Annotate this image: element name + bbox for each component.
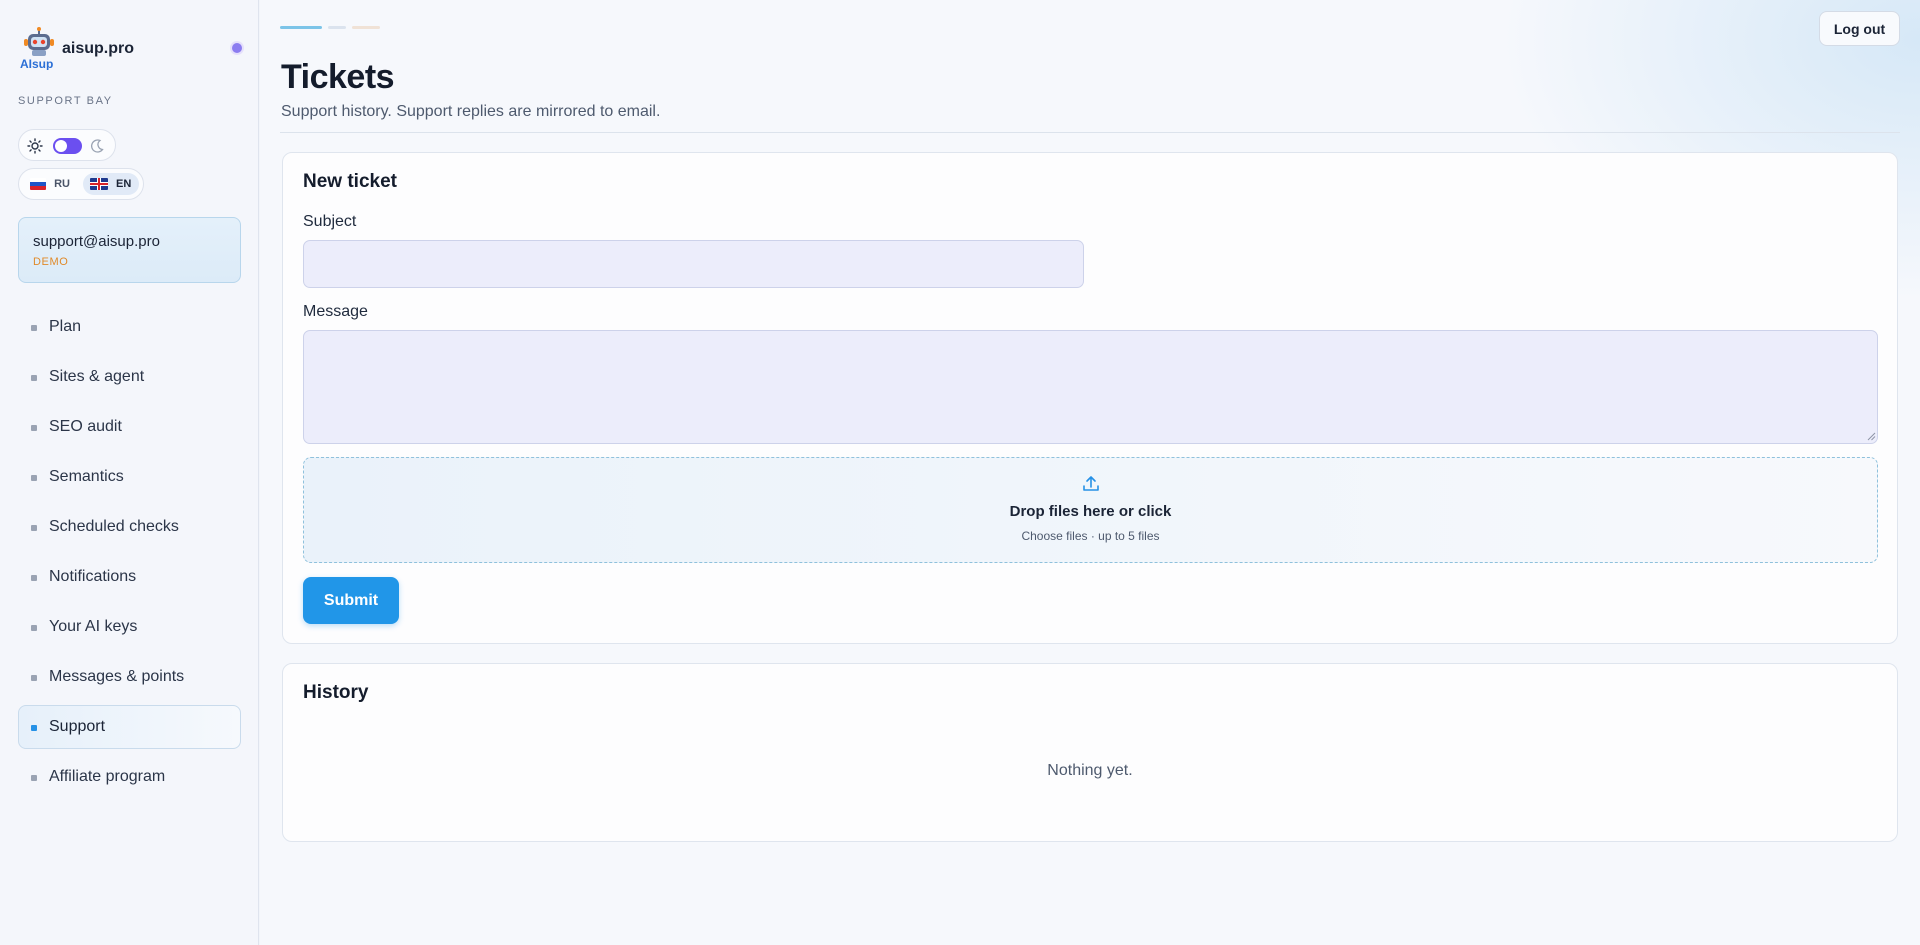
divider: [280, 132, 1900, 133]
main-content: Log out Tickets Support history. Support…: [260, 0, 1920, 945]
resize-grip-icon[interactable]: [1866, 431, 1876, 441]
history-card: History Nothing yet.: [282, 663, 1898, 842]
progress-segment: [328, 26, 346, 29]
sidebar-item-label: Support: [49, 718, 106, 735]
sun-icon: [27, 138, 43, 154]
bullet-icon: [31, 675, 37, 681]
account-card: support@aisup.pro DEMO: [18, 217, 241, 283]
bullet-icon: [31, 475, 37, 481]
bullet-icon: [31, 525, 37, 531]
theme-switch-knob: [55, 140, 67, 152]
lang-en-label: EN: [116, 178, 132, 190]
page-title: Tickets: [281, 58, 395, 96]
sidebar-item-label: Sites & agent: [49, 368, 145, 385]
lang-ru-label: RU: [54, 178, 70, 190]
sidebar-item-affiliate-program[interactable]: Affiliate program: [18, 755, 241, 799]
new-ticket-card: New ticket Subject Message Drop files he…: [282, 152, 1898, 644]
moon-icon: [90, 139, 104, 153]
bullet-icon: [31, 775, 37, 781]
brand-name: aisup.pro: [62, 40, 135, 57]
sidebar-item-label: Plan: [49, 318, 82, 335]
sidebar: AIsup aisup.pro SUPPORT BAY RU EN suppor…: [0, 0, 259, 945]
sidebar-item-label: Notifications: [49, 568, 137, 585]
brand[interactable]: AIsup aisup.pro: [19, 26, 244, 70]
sidebar-item-scheduled-checks[interactable]: Scheduled checks: [18, 505, 241, 549]
sidebar-item-sites-agent[interactable]: Sites & agent: [18, 355, 241, 399]
progress-segment: [280, 26, 322, 29]
lang-ru-button[interactable]: RU: [23, 173, 77, 195]
sidebar-item-plan[interactable]: Plan: [18, 305, 241, 349]
logo-robot-icon: AIsup: [20, 27, 54, 70]
logout-button[interactable]: Log out: [1819, 11, 1900, 46]
dropzone-title: Drop files here or click: [1009, 503, 1172, 520]
progress-segment: [352, 26, 380, 29]
lang-en-button[interactable]: EN: [83, 173, 139, 195]
sidebar-item-label: Scheduled checks: [49, 518, 179, 535]
sidebar-item-label: Messages & points: [49, 668, 185, 685]
page-subtitle: Support history. Support replies are mir…: [281, 103, 661, 120]
account-badge: DEMO: [33, 256, 69, 268]
flag-en-icon: [90, 178, 108, 190]
sidebar-item-label: Your AI keys: [49, 618, 138, 635]
sidebar-item-messages-points[interactable]: Messages & points: [18, 655, 241, 699]
bullet-icon: [31, 575, 37, 581]
file-dropzone[interactable]: Drop files here or click Choose files · …: [303, 457, 1878, 563]
flag-ru-icon: [30, 178, 47, 190]
step-progress: [280, 26, 400, 29]
account-email: support@aisup.pro: [33, 233, 160, 250]
sidebar-item-seo-audit[interactable]: SEO audit: [18, 405, 241, 449]
language-switch: RU EN: [18, 168, 144, 200]
upload-icon: [1083, 476, 1099, 491]
subject-label: Subject: [303, 213, 357, 230]
history-empty-state: Nothing yet.: [1047, 762, 1133, 779]
subject-input[interactable]: [303, 240, 1084, 288]
sidebar-item-label: Affiliate program: [49, 768, 166, 785]
message-label: Message: [303, 303, 368, 320]
sidebar-item-label: SEO audit: [49, 418, 122, 435]
submit-button[interactable]: Submit: [303, 577, 399, 624]
sidebar-item-ai-keys[interactable]: Your AI keys: [18, 605, 241, 649]
message-textarea[interactable]: [303, 330, 1878, 444]
bullet-icon: [31, 625, 37, 631]
bullet-icon: [31, 425, 37, 431]
sidebar-item-semantics[interactable]: Semantics: [18, 455, 241, 499]
sidebar-item-notifications[interactable]: Notifications: [18, 555, 241, 599]
bullet-icon: [31, 325, 37, 331]
theme-toggle[interactable]: [18, 129, 116, 161]
status-dot-icon: [232, 43, 242, 53]
bullet-icon: [31, 375, 37, 381]
sidebar-item-label: Semantics: [49, 468, 124, 485]
dropzone-hint: Choose files · up to 5 files: [1021, 529, 1160, 543]
bullet-icon: [31, 725, 37, 731]
section-label: SUPPORT BAY: [18, 95, 113, 107]
new-ticket-title: New ticket: [303, 171, 397, 192]
theme-switch[interactable]: [53, 138, 82, 154]
sidebar-item-support[interactable]: Support: [18, 705, 241, 749]
logo-text: AIsup: [20, 57, 53, 70]
sidebar-nav: Plan Sites & agent SEO audit Semantics S…: [18, 305, 241, 805]
history-title: History: [303, 682, 369, 703]
